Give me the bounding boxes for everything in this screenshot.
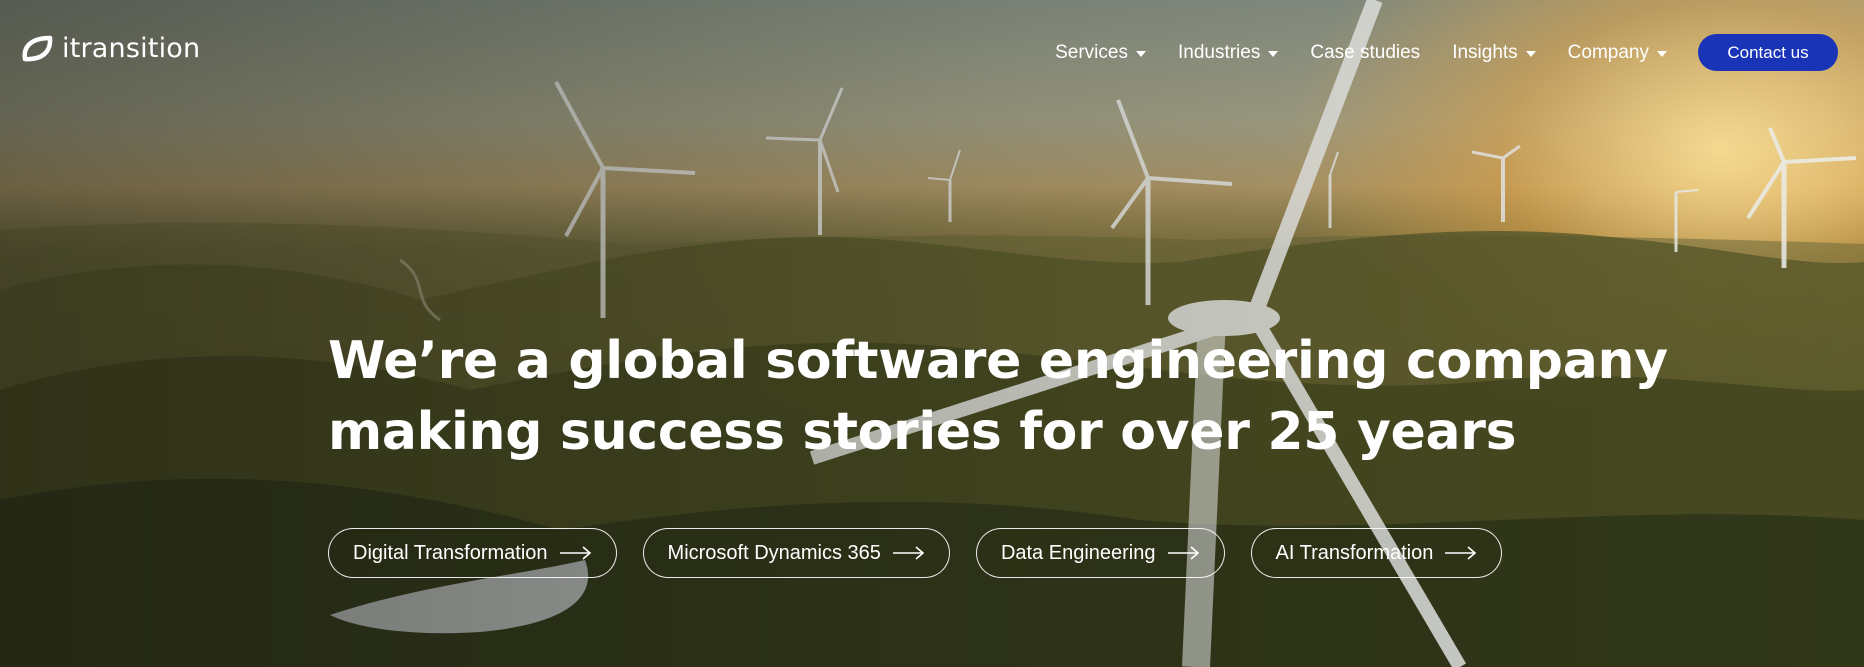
arrow-right-icon (1445, 546, 1477, 560)
hero-links: Digital Transformation Microsoft Dynamic… (328, 528, 1528, 578)
nav-item-label: Insights (1452, 41, 1518, 63)
hero-headline: We’re a global software engineering comp… (328, 326, 1668, 468)
headline-line-1: We’re a global software engineering comp… (328, 331, 1668, 391)
nav-item-case-studies[interactable]: Case studies (1310, 42, 1420, 64)
link-digital-transformation[interactable]: Digital Transformation (328, 528, 617, 578)
arrow-right-icon (1167, 546, 1199, 560)
brand-logo[interactable]: itransition (20, 33, 200, 64)
nav-item-label: Industries (1177, 41, 1261, 63)
link-label: Data Engineering (1000, 541, 1156, 564)
headline-line-2: making success stories for over 25 years (328, 402, 1517, 462)
caret-down-icon (1657, 50, 1667, 57)
nav-item-label: Case studies (1310, 41, 1421, 63)
contact-us-button[interactable]: Contact us (1698, 34, 1838, 71)
link-microsoft-dynamics-365[interactable]: Microsoft Dynamics 365 (642, 528, 950, 578)
arrow-right-icon (559, 546, 591, 560)
nav-item-services[interactable]: Services (1055, 42, 1146, 64)
caret-down-icon (1525, 50, 1536, 57)
nav-item-industries[interactable]: Industries (1177, 41, 1279, 64)
nav-item-label: Services (1055, 41, 1128, 63)
leaf-logo-icon (22, 35, 53, 61)
nav-item-insights[interactable]: Insights (1452, 41, 1536, 64)
arrow-right-icon (892, 546, 925, 560)
hero-section: itransition Services Industries Case stu… (0, 0, 1864, 667)
link-label: Microsoft Dynamics 365 (667, 541, 881, 564)
site-header: itransition Services Industries Case stu… (0, 0, 1864, 100)
caret-down-icon (1268, 50, 1279, 57)
link-data-engineering[interactable]: Data Engineering (975, 528, 1225, 578)
nav-item-label: Company (1567, 41, 1649, 63)
link-label: Digital Transformation (353, 541, 548, 564)
link-label: AI Transformation (1275, 541, 1434, 564)
brand-name: itransition (62, 33, 201, 64)
link-ai-transformation[interactable]: AI Transformation (1250, 528, 1503, 578)
main-nav: Services Industries Case studies Insight… (1055, 34, 1864, 71)
nav-item-company[interactable]: Company (1568, 42, 1667, 64)
caret-down-icon (1135, 50, 1146, 57)
